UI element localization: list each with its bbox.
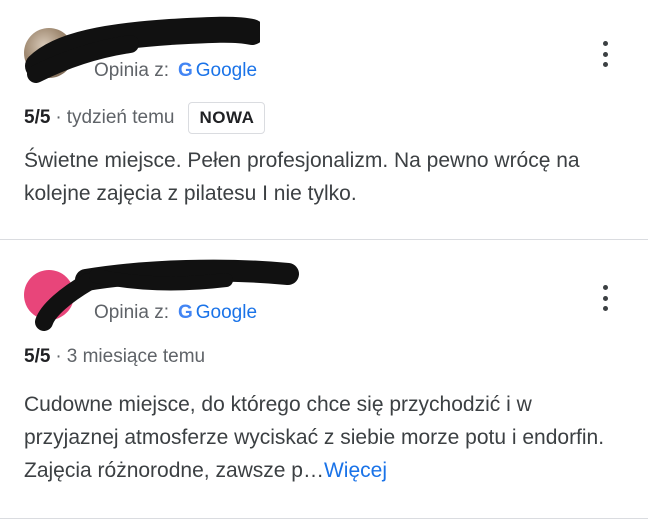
review-text: Świetne miejsce. Pełen profesjonalizm. N… bbox=[24, 149, 580, 205]
source-google-link[interactable]: Google bbox=[196, 302, 257, 324]
meta-separator: · bbox=[55, 346, 62, 367]
google-g-icon: G bbox=[177, 302, 193, 323]
source-google-link[interactable]: Google bbox=[196, 60, 257, 82]
google-g-icon: G bbox=[177, 60, 193, 81]
review-time: tydzień temu bbox=[66, 107, 175, 128]
review-time: 3 miesiące temu bbox=[66, 346, 206, 367]
review-divider bbox=[0, 518, 648, 519]
meta-separator: · bbox=[55, 107, 62, 128]
source-label: Opinia z: bbox=[94, 302, 169, 323]
review-text-content: Cudowne miejsce, do którego chce się prz… bbox=[24, 393, 605, 482]
review-source: Opinia z: G Google bbox=[94, 60, 257, 82]
source-label: Opinia z: bbox=[94, 60, 169, 81]
review-text: Cudowne miejsce, do którego chce się prz… bbox=[24, 388, 624, 487]
review-source: Opinia z: G Google bbox=[94, 302, 257, 324]
redacted-reviewer-name bbox=[35, 259, 299, 331]
review-meta: 5/5 · tydzień temu NOWA bbox=[24, 102, 266, 134]
review-rating: 5/5 bbox=[24, 107, 51, 128]
review-meta: 5/5 · 3 miesiące temu bbox=[24, 346, 205, 368]
review-rating: 5/5 bbox=[24, 346, 51, 367]
more-vert-icon[interactable] bbox=[594, 38, 616, 70]
review-card: Opinia z: G Google 5/5 · tydzień temu NO… bbox=[0, 0, 648, 239]
more-vert-icon[interactable] bbox=[594, 282, 616, 314]
new-badge: NOWA bbox=[188, 102, 266, 134]
review-card: Opinia z: G Google 5/5 · 3 miesiące temu… bbox=[0, 240, 648, 521]
more-link[interactable]: Więcej bbox=[324, 459, 387, 482]
